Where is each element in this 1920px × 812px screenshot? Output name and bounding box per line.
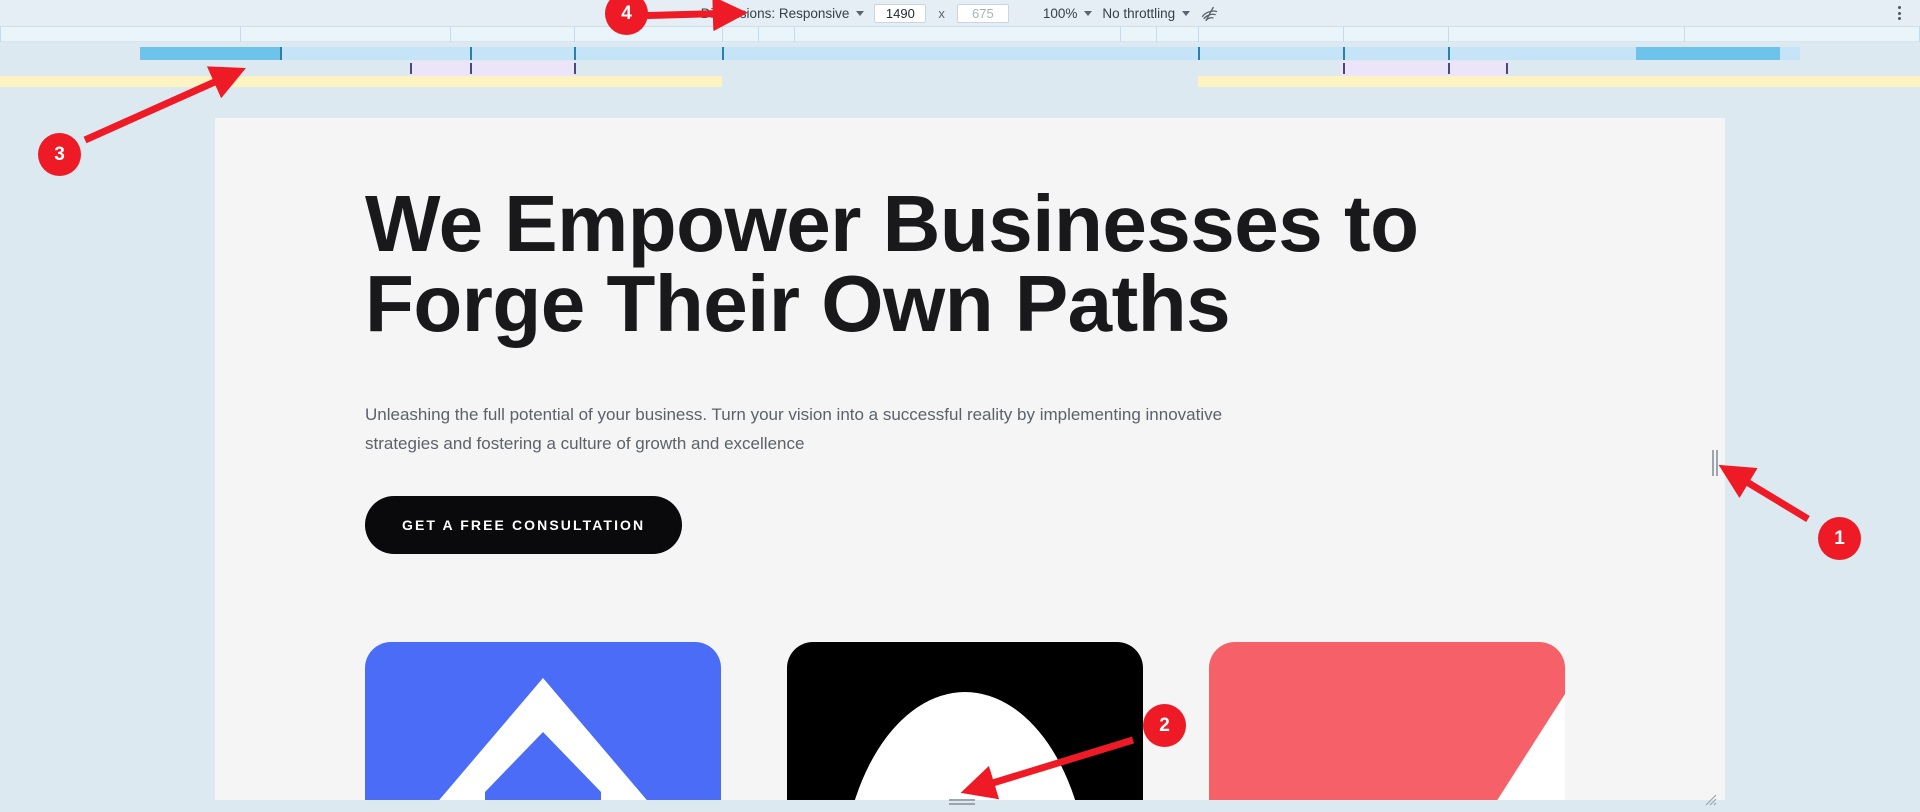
dot — [1897, 6, 1901, 9]
dot — [1897, 17, 1901, 20]
dimensions-separator: x — [938, 6, 945, 21]
more-options-icon[interactable] — [1891, 5, 1907, 21]
annotation-badge-2: 2 — [1143, 704, 1186, 747]
annotation-badge-1: 1 — [1818, 517, 1861, 560]
network-conditions-icon[interactable] — [1200, 5, 1219, 22]
white-diagonal-triangle-icon — [1497, 694, 1565, 800]
bottom-resize-handle[interactable] — [949, 798, 975, 806]
device-toolbar-controls: Dimensions: Responsive x 100% No throttl… — [0, 0, 1920, 27]
viewport-height-input[interactable] — [956, 4, 1009, 23]
corner-resize-handle[interactable] — [1703, 792, 1717, 806]
get-free-consultation-button[interactable]: GET A FREE CONSULTATION — [365, 496, 683, 555]
device-viewport[interactable]: We Empower Businesses to Forge Their Own… — [215, 118, 1725, 800]
annotation-arrow-1 — [1718, 464, 1810, 522]
annotation-badge-3: 3 — [38, 133, 81, 176]
throttling-dropdown-label: No throttling — [1102, 6, 1176, 21]
zoom-dropdown[interactable]: 100% — [1043, 6, 1093, 21]
card-black-dome[interactable] — [787, 642, 1143, 800]
right-resize-handle[interactable] — [1712, 448, 1720, 478]
throttling-dropdown[interactable]: No throttling — [1102, 6, 1191, 21]
chevron-down-icon — [1084, 11, 1093, 16]
timeline-ruler[interactable] — [0, 27, 1920, 42]
dimensions-dropdown-label: Dimensions: Responsive — [700, 6, 850, 21]
dimensions-dropdown[interactable]: Dimensions: Responsive — [701, 6, 865, 21]
device-toolbar: Dimensions: Responsive x 100% No throttl… — [0, 0, 1920, 27]
requests-band[interactable] — [0, 76, 1920, 87]
upward-arrow-icon — [439, 678, 647, 800]
card-blue-arrow[interactable] — [365, 642, 721, 800]
grip-bar — [1712, 450, 1714, 476]
grip-bar — [949, 799, 975, 801]
diagonal-grip-icon — [1705, 794, 1717, 806]
grip-bar — [1716, 450, 1718, 476]
viewport-width-input[interactable] — [874, 4, 927, 23]
feature-card-list — [365, 642, 1565, 800]
zoom-dropdown-label: 100% — [1042, 6, 1078, 21]
performance-overview-band[interactable] — [0, 27, 1920, 87]
hero-subtitle: Unleashing the full potential of your bu… — [365, 405, 1223, 454]
grip-bar — [949, 803, 975, 805]
chevron-down-icon — [1182, 11, 1191, 16]
chevron-down-icon — [856, 11, 865, 16]
frames-band[interactable] — [0, 42, 1920, 61]
network-band[interactable] — [0, 61, 1920, 76]
dot — [1897, 11, 1901, 15]
hero-section: We Empower Businesses to Forge Their Own… — [365, 179, 1565, 555]
white-dome-icon — [854, 692, 1076, 800]
page-title: We Empower Businesses to Forge Their Own… — [365, 179, 1419, 348]
card-red-triangle[interactable] — [1209, 642, 1565, 800]
